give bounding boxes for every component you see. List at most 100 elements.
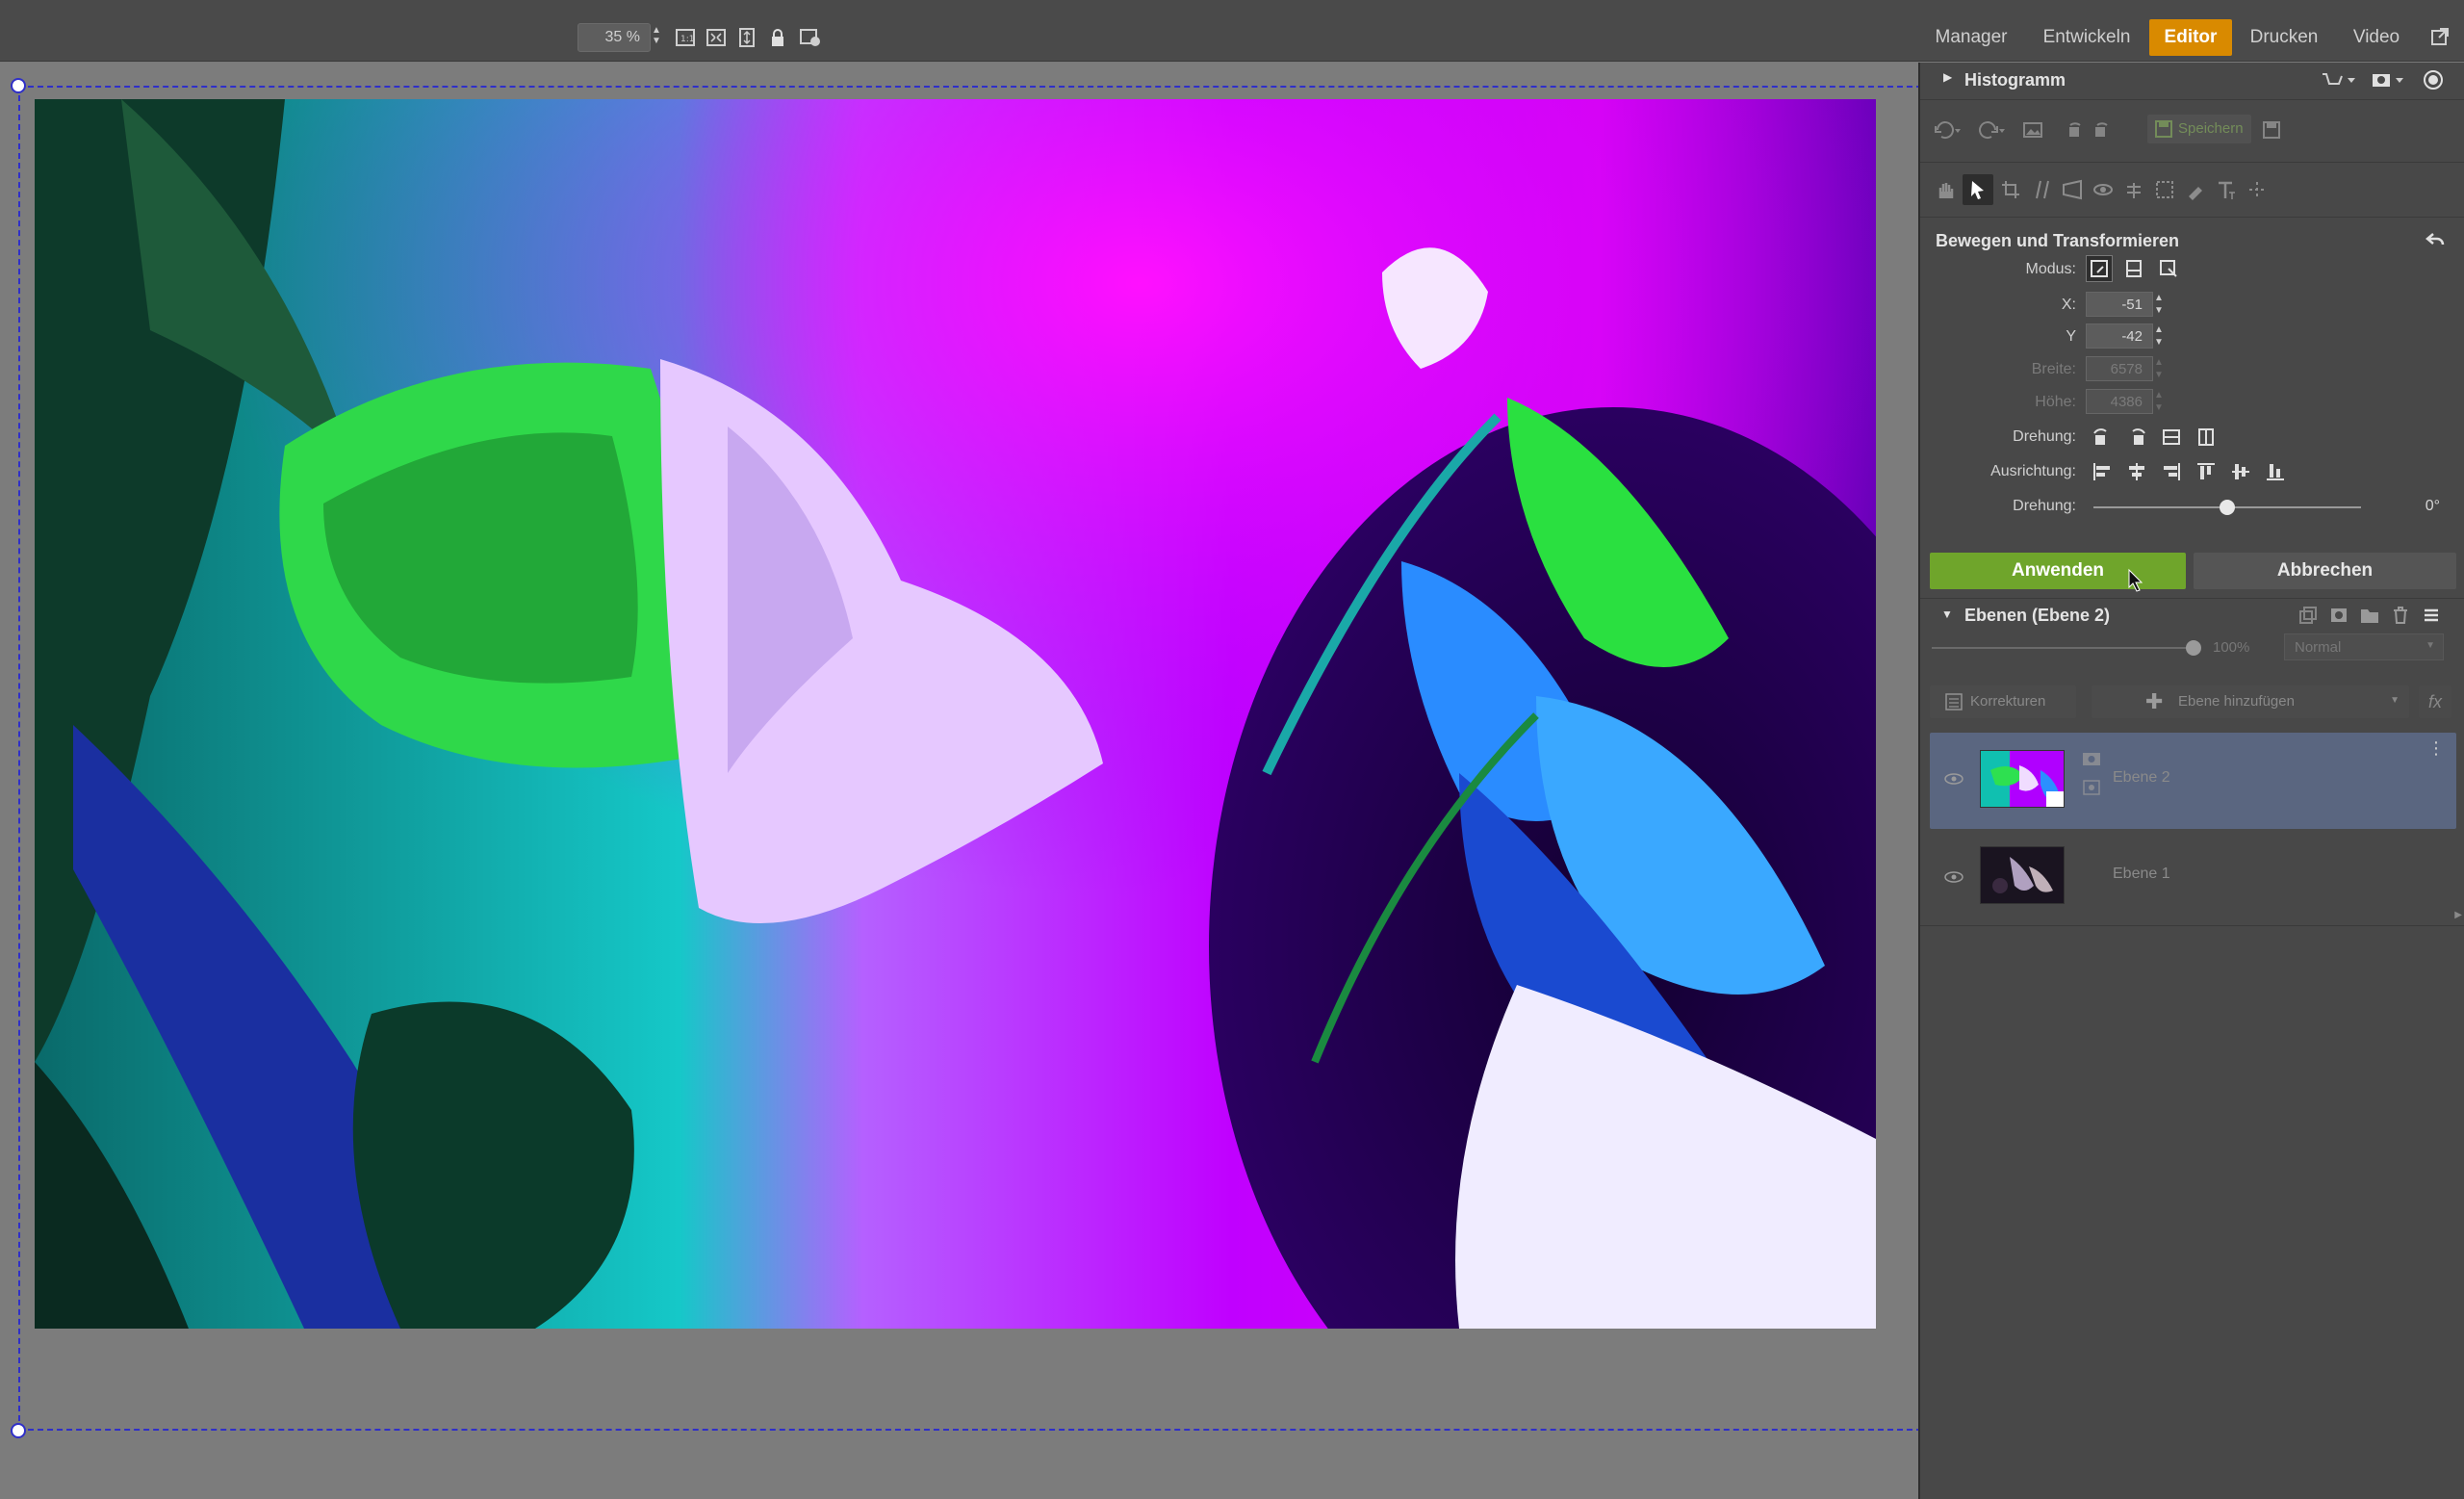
rotation-slider-label: Drehung:: [2013, 498, 2076, 514]
opacity-value: 100%: [2213, 639, 2250, 656]
modus-label: Modus:: [2025, 261, 2076, 277]
x-input[interactable]: -51: [2086, 292, 2153, 317]
nav-drucken[interactable]: Drucken: [2244, 19, 2324, 56]
fx-button[interactable]: fx: [2419, 685, 2451, 718]
image-canvas[interactable]: [0, 63, 1922, 1499]
right-panel: ▶ Histogramm Speichern Bewegen und Trans…: [1918, 63, 2464, 1499]
perspective-icon[interactable]: [2059, 176, 2086, 203]
guide-settings-icon[interactable]: [798, 25, 823, 50]
align-top-icon[interactable]: [2194, 459, 2219, 484]
layer-name: Ebene 1: [2113, 866, 2170, 882]
eye-icon[interactable]: [1943, 869, 1964, 885]
layers-menu-icon[interactable]: [2419, 604, 2444, 627]
corrections-button[interactable]: Korrekturen: [1930, 685, 2076, 718]
width-stepper: ▲ ▼: [2154, 357, 2164, 380]
panel-expand-arrow-icon[interactable]: ▶: [2454, 910, 2462, 920]
nav-entwickeln[interactable]: Entwickeln: [2034, 19, 2140, 56]
expand-arrow-icon[interactable]: ▶: [1943, 70, 1952, 84]
rotate-left-icon[interactable]: [2090, 425, 2115, 450]
width-input: 6578: [2086, 356, 2153, 381]
straighten-icon[interactable]: [2028, 176, 2055, 203]
apply-button[interactable]: Anwenden: [1930, 553, 2186, 589]
move-tool-icon[interactable]: [1963, 174, 1993, 205]
eye-icon[interactable]: [1943, 771, 1964, 787]
rotation-slider-track[interactable]: [2093, 500, 2361, 515]
cancel-button[interactable]: Abbrechen: [2194, 553, 2456, 589]
histogram-header[interactable]: ▶ Histogramm: [1920, 63, 2464, 97]
red-eye-icon[interactable]: [2090, 176, 2117, 203]
align-left-icon[interactable]: [2090, 459, 2115, 484]
align-right-icon[interactable]: [2159, 459, 2184, 484]
save-label: Speichern: [2178, 120, 2244, 137]
rotation-slider-thumb[interactable]: [2220, 500, 2235, 515]
layer-thumbnail: [1980, 750, 2065, 808]
reset-icon[interactable]: [2423, 228, 2448, 251]
target-icon[interactable]: [2421, 68, 2446, 91]
y-input[interactable]: -42: [2086, 323, 2153, 349]
layer-kebab-menu-icon[interactable]: ⋮: [2427, 739, 2445, 757]
history-toolbar: Speichern: [1920, 111, 2464, 149]
transform-handle-top-left[interactable]: [11, 78, 26, 93]
opacity-slider-track[interactable]: [1932, 640, 2201, 656]
add-layer-button[interactable]: ✚ Ebene hinzufügen ▼: [2092, 685, 2409, 718]
align-middle-v-icon[interactable]: [2228, 459, 2253, 484]
external-window-icon[interactable]: [2427, 24, 2452, 49]
zoom-input[interactable]: 35 %: [578, 23, 651, 52]
selection-icon[interactable]: [2151, 176, 2178, 203]
y-stepper[interactable]: ▲ ▼: [2154, 323, 2164, 349]
lock-icon[interactable]: [765, 25, 790, 50]
flip-vertical-icon[interactable]: [2159, 425, 2184, 450]
layer-name: Ebene 2: [2113, 769, 2170, 786]
flip-horizontal-icon[interactable]: [2194, 425, 2219, 450]
folder-icon[interactable]: [2357, 604, 2382, 627]
layer-mask-icon[interactable]: [2326, 604, 2351, 627]
corrections-icon: [1945, 693, 1963, 711]
image-compare-icon[interactable]: [2020, 118, 2045, 142]
nav-manager[interactable]: Manager: [1920, 19, 2022, 56]
zoom-stepper[interactable]: ▲ ▼: [652, 25, 663, 52]
rotate-icons[interactable]: [2065, 118, 2113, 142]
undo-icon[interactable]: [1932, 118, 1964, 142]
mode-scale-icon[interactable]: [2120, 255, 2147, 282]
duplicate-layer-icon[interactable]: [2296, 604, 2321, 627]
zoom-1-1-icon[interactable]: 1:1: [673, 25, 698, 50]
top-toolbar: 35 % ▲ ▼ 1:1 Manager Entwickeln Editor Dr…: [0, 0, 2464, 62]
nav-video[interactable]: Video: [2336, 19, 2417, 56]
mode-move-icon[interactable]: [2086, 255, 2113, 282]
layers-title: Ebenen (Ebene 2): [1964, 606, 2111, 625]
align-center-h-icon[interactable]: [2124, 459, 2149, 484]
histogram-title: Histogramm: [1964, 70, 2066, 90]
blend-mode-select[interactable]: Normal ▼: [2284, 633, 2444, 660]
save-button[interactable]: Speichern: [2147, 115, 2251, 143]
layers-header[interactable]: ▼ Ebenen (Ebene 2): [1920, 598, 2464, 633]
more-tools-icon[interactable]: [2244, 176, 2271, 203]
align-bottom-icon[interactable]: [2263, 459, 2288, 484]
selection-bounding-box[interactable]: [18, 86, 1922, 1431]
layer-row-ebene-1[interactable]: Ebene 1: [1930, 829, 2456, 925]
text-tool-icon[interactable]: [2213, 176, 2240, 203]
hand-icon[interactable]: [1932, 176, 1959, 203]
save-icon: [2155, 120, 2172, 138]
rotate-right-icon[interactable]: [2124, 425, 2149, 450]
rotation-value: 0°: [2425, 498, 2440, 514]
svg-text:1:1: 1:1: [680, 35, 694, 44]
add-layer-dropdown-icon[interactable]: ▼: [2390, 695, 2400, 706]
nav-editor[interactable]: Editor: [2149, 19, 2232, 56]
redo-icon[interactable]: [1976, 118, 2009, 142]
save-as-icon[interactable]: [2259, 118, 2284, 142]
fit-screen-icon[interactable]: [704, 25, 729, 50]
crop-icon[interactable]: [1997, 176, 2024, 203]
mode-rotate-icon[interactable]: [2155, 255, 2182, 282]
x-stepper[interactable]: ▲ ▼: [2154, 292, 2164, 317]
histogram-mode-icon[interactable]: [2319, 68, 2357, 91]
fit-height-icon[interactable]: [734, 25, 759, 50]
brush-icon[interactable]: [2182, 176, 2209, 203]
layer-row-ebene-2[interactable]: Ebene 2 ⋮: [1930, 733, 2456, 829]
trash-icon[interactable]: [2388, 604, 2413, 627]
transform-handle-bottom-left[interactable]: [11, 1423, 26, 1438]
height-input: 4386: [2086, 389, 2153, 414]
healing-brush-icon[interactable]: [2120, 176, 2147, 203]
opacity-slider-thumb[interactable]: [2186, 640, 2201, 656]
collapse-arrow-icon[interactable]: ▼: [1941, 607, 1953, 621]
camera-icon[interactable]: [2369, 68, 2407, 91]
